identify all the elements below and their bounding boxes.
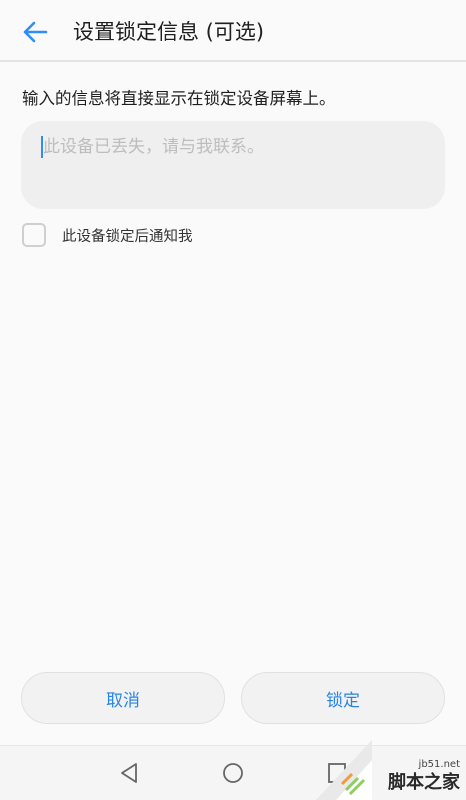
nav-back-icon[interactable] (117, 761, 141, 785)
page-title: 设置锁定信息 (可选) (73, 20, 265, 44)
nav-home-icon[interactable] (221, 761, 245, 785)
watermark-logo-icon (316, 740, 372, 800)
watermark-name: 脚本之家 (388, 772, 460, 793)
description-text: 输入的信息将直接显示在锁定设备屏幕上。 (22, 89, 336, 108)
lock-button[interactable]: 锁定 (241, 672, 445, 724)
notify-checkbox[interactable] (22, 223, 46, 247)
lock-message-placeholder: 此设备已丢失，请与我联系。 (43, 137, 264, 157)
watermark: jb51.net 脚本之家 (316, 732, 466, 800)
notify-option-row[interactable]: 此设备锁定后通知我 (22, 222, 193, 248)
app-header: 设置锁定信息 (可选) (0, 0, 466, 62)
notify-checkbox-label: 此设备锁定后通知我 (62, 228, 193, 245)
arrow-left-icon (23, 21, 48, 43)
back-button[interactable] (18, 17, 52, 47)
cancel-button[interactable]: 取消 (21, 672, 225, 724)
lock-message-input[interactable]: 此设备已丢失，请与我联系。 (21, 121, 445, 209)
